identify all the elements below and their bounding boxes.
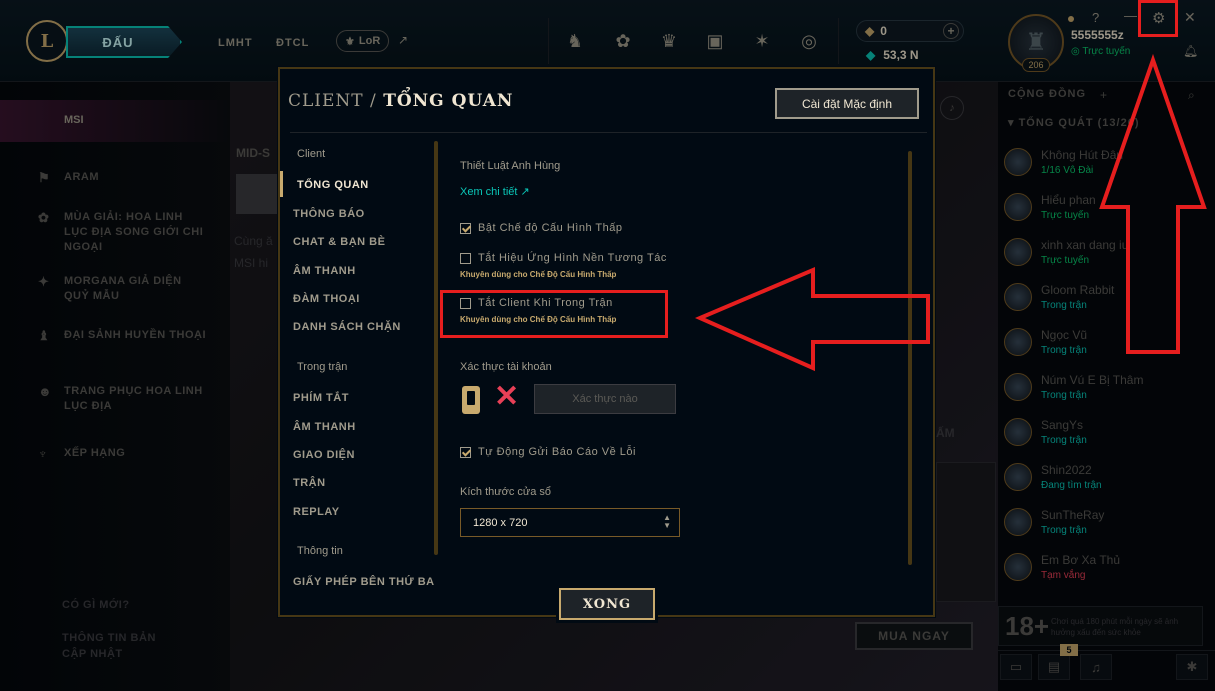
auto-report-label: Tự Động Gửi Báo Cáo Về Lỗi <box>478 446 636 458</box>
settings-menu: Client TỔNG QUAN THÔNG BÁO CHAT & BẠN BÈ… <box>280 134 435 619</box>
active-indicator <box>280 171 283 197</box>
phone-icon <box>462 386 480 414</box>
menu-item-sound[interactable]: ÂM THANH <box>293 265 356 277</box>
overview-content: Thiết Luật Anh Hùng Xem chi tiết ↗ Bật C… <box>440 134 910 614</box>
menu-item-voice[interactable]: ĐÀM THOẠI <box>293 293 360 305</box>
menu-category-info: Thông tin <box>297 545 343 557</box>
modal-title: CLIENT / TỔNG QUAN <box>288 91 513 111</box>
menu-item-replay[interactable]: REPLAY <box>293 506 340 518</box>
window-size-value: 1280 x 720 <box>473 516 528 529</box>
hero-rules-label: Thiết Luật Anh Hùng <box>460 160 561 172</box>
menu-item-third-party-licenses[interactable]: GIẤY PHÉP BÊN THỨ BA <box>293 576 435 588</box>
menu-item-block-list[interactable]: DANH SÁCH CHẶN <box>293 321 401 333</box>
menu-item-chat-friends[interactable]: CHAT & BẠN BÈ <box>293 236 385 248</box>
window-size-select[interactable]: 1280 x 720 ▲ ▼ <box>460 508 680 537</box>
menu-scrollbar[interactable] <box>434 141 438 555</box>
disable-bg-animation-option[interactable]: Tắt Hiệu Ứng Hình Nền Tương Tác <box>460 252 667 264</box>
not-verified-icon: ✕ <box>494 380 520 413</box>
content-scrollbar[interactable] <box>908 151 912 565</box>
auto-report-option[interactable]: Tự Động Gửi Báo Cáo Về Lỗi <box>460 446 636 458</box>
modal-title-main: TỔNG QUAN <box>383 91 514 111</box>
recommendation-note: Khuyên dùng cho Chế Độ Cấu Hình Thấp <box>460 270 617 279</box>
auto-report-checkbox[interactable] <box>460 446 471 458</box>
select-arrows-icon: ▲ ▼ <box>663 513 671 530</box>
highlight-box-close-client <box>440 290 668 338</box>
low-spec-label: Bật Chế độ Cấu Hình Thấp <box>478 222 623 234</box>
menu-category-ingame: Trong trận <box>297 361 348 373</box>
verify-account-button[interactable]: Xác thực nào <box>534 384 676 414</box>
disable-bg-animation-label: Tắt Hiệu Ứng Hình Nền Tương Tác <box>478 252 667 264</box>
menu-item-ingame-sound[interactable]: ÂM THANH <box>293 421 356 433</box>
menu-item-notifications[interactable]: THÔNG BÁO <box>293 208 365 220</box>
league-client-window: L ĐẤU LMHT ĐTCL ⚜ LoR ↗ ♞ ✿ ♛ ▣ ✶ ◎ ◆ 0 … <box>0 0 1215 691</box>
modal-title-prefix: CLIENT / <box>288 91 377 111</box>
menu-item-overview[interactable]: TỔNG QUAN <box>297 179 369 191</box>
restore-defaults-button[interactable]: Cài đặt Mặc định <box>775 88 919 119</box>
menu-category-client: Client <box>297 148 326 160</box>
menu-item-game[interactable]: TRẬN <box>293 477 326 489</box>
see-details-link[interactable]: Xem chi tiết ↗ <box>460 185 530 198</box>
menu-item-hotkeys[interactable]: PHÍM TẮT <box>293 392 349 404</box>
account-verification-label: Xác thực tài khoản <box>460 361 552 373</box>
disable-bg-animation-checkbox[interactable] <box>460 252 471 264</box>
modal-divider <box>290 132 927 133</box>
settings-modal: CLIENT / TỔNG QUAN Cài đặt Mặc định Clie… <box>278 67 935 620</box>
done-button[interactable]: XONG <box>559 588 655 620</box>
highlight-box-settings <box>1138 0 1178 37</box>
low-spec-checkbox[interactable] <box>460 222 471 234</box>
window-size-label: Kích thước cửa sổ <box>460 486 552 498</box>
low-spec-mode-option[interactable]: Bật Chế độ Cấu Hình Thấp <box>460 222 623 234</box>
menu-item-interface[interactable]: GIAO DIỆN <box>293 449 355 461</box>
